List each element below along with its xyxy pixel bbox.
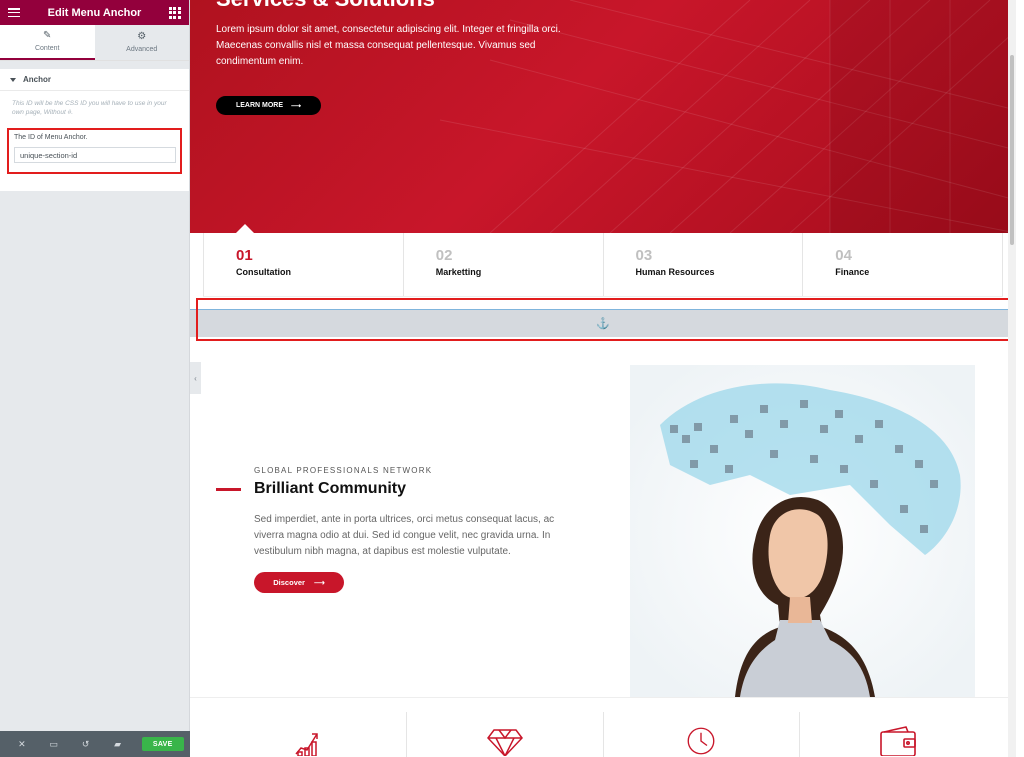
discover-button[interactable]: Discover ⟶ — [254, 572, 344, 593]
anchor-section-toggle[interactable]: Anchor — [0, 69, 189, 91]
anchor-id-input[interactable] — [14, 147, 176, 164]
service-tab-label: Consultation — [236, 267, 291, 277]
section-eyebrow: GLOBAL PROFESSIONALS NETWORK — [254, 466, 433, 475]
hero-text: Lorem ipsum dolor sit amet, consectetur … — [216, 24, 561, 67]
diamond-icon — [486, 729, 523, 756]
service-tab-marketting[interactable]: 02 Marketting — [404, 233, 604, 296]
features-row — [210, 712, 996, 757]
hero-section: Services & Solutions Lorem ipsum dolor s… — [190, 0, 1016, 233]
arrow-right-icon: ⟶ — [313, 578, 325, 587]
history-icon[interactable]: ↺ — [70, 739, 102, 750]
gear-icon: ⚙ — [137, 31, 147, 42]
folder-icon[interactable]: ▰ — [102, 739, 134, 750]
anchor-id-label: The ID of Menu Anchor. — [14, 133, 88, 141]
page-canvas: Services & Solutions Lorem ipsum dolor s… — [190, 0, 1016, 757]
growth-chart-icon — [295, 733, 318, 756]
sidebar-header: Edit Menu Anchor — [0, 0, 189, 25]
editor-window: Edit Menu Anchor ✎ Content ⚙ Advanced An… — [0, 0, 1024, 757]
wallet-icon — [880, 726, 916, 756]
service-tab-number: 02 — [435, 247, 453, 264]
feature-column — [604, 712, 801, 757]
widgets-grid-icon[interactable] — [168, 6, 181, 19]
panel-tabs: ✎ Content ⚙ Advanced — [0, 25, 189, 61]
editor-sidebar: Edit Menu Anchor ✎ Content ⚙ Advanced An… — [0, 0, 190, 757]
learn-more-button[interactable]: LEARN MORE ⟶ — [216, 96, 321, 115]
service-tab-label: Marketting — [435, 267, 482, 277]
feature-column — [800, 712, 996, 757]
scrollbar-thumb[interactable] — [1010, 55, 1014, 245]
pencil-icon: ✎ — [43, 30, 52, 41]
section-divider — [190, 697, 1016, 698]
anchor-section-title: Anchor — [23, 75, 51, 84]
hero-title: Services & Solutions — [216, 0, 435, 12]
section-title: Brilliant Community — [254, 480, 407, 497]
arrow-right-icon: ⟶ — [291, 102, 302, 110]
clock-icon — [687, 727, 715, 755]
global-network-image — [630, 365, 975, 697]
feature-column — [210, 712, 407, 757]
anchor-section-panel: This ID will be the CSS ID you will have… — [0, 91, 189, 191]
service-tab-label: Finance — [835, 267, 870, 277]
title-accent-line — [216, 488, 241, 491]
tab-advanced-label: Advanced — [126, 46, 158, 53]
hero-notch — [236, 224, 254, 233]
save-button[interactable]: SAVE — [141, 737, 184, 751]
discover-label: Discover — [273, 578, 305, 587]
service-tab-number: 03 — [635, 247, 653, 264]
section-text: Sed imperdiet, ante in porta ultrices, o… — [254, 514, 555, 557]
feature-column — [407, 712, 604, 757]
tab-content-label: Content — [34, 45, 60, 52]
tab-content[interactable]: ✎ Content — [0, 25, 95, 60]
learn-more-label: LEARN MORE — [235, 102, 283, 109]
service-tabs: 01 Consultation 02 Marketting 03 Human R… — [203, 233, 1003, 297]
service-tab-consultation[interactable]: 01 Consultation — [203, 233, 404, 296]
service-tab-number: 01 — [236, 247, 253, 264]
desktop-icon[interactable]: ▭ — [38, 739, 70, 750]
anchor-widget-highlight — [196, 298, 1016, 341]
tab-advanced[interactable]: ⚙ Advanced — [94, 25, 189, 60]
hamburger-menu-icon[interactable] — [8, 8, 20, 17]
community-section: GLOBAL PROFESSIONALS NETWORK Brilliant C… — [190, 345, 1016, 697]
canvas-scrollbar[interactable] — [1008, 0, 1016, 757]
service-tab-finance[interactable]: 04 Finance — [803, 233, 1003, 296]
service-tab-label: Human Resources — [635, 267, 715, 277]
sidebar-footer: ✕ ▭ ↺ ▰ SAVE — [0, 731, 190, 757]
caret-down-icon — [10, 77, 16, 82]
service-tab-human-resources[interactable]: 03 Human Resources — [604, 233, 804, 296]
anchor-description: This ID will be the CSS ID you will have… — [12, 100, 167, 117]
service-tab-number: 04 — [835, 247, 852, 264]
panel-title: Edit Menu Anchor — [47, 6, 142, 19]
anchor-id-field-highlight: The ID of Menu Anchor. — [7, 127, 182, 174]
close-icon[interactable]: ✕ — [6, 739, 38, 750]
